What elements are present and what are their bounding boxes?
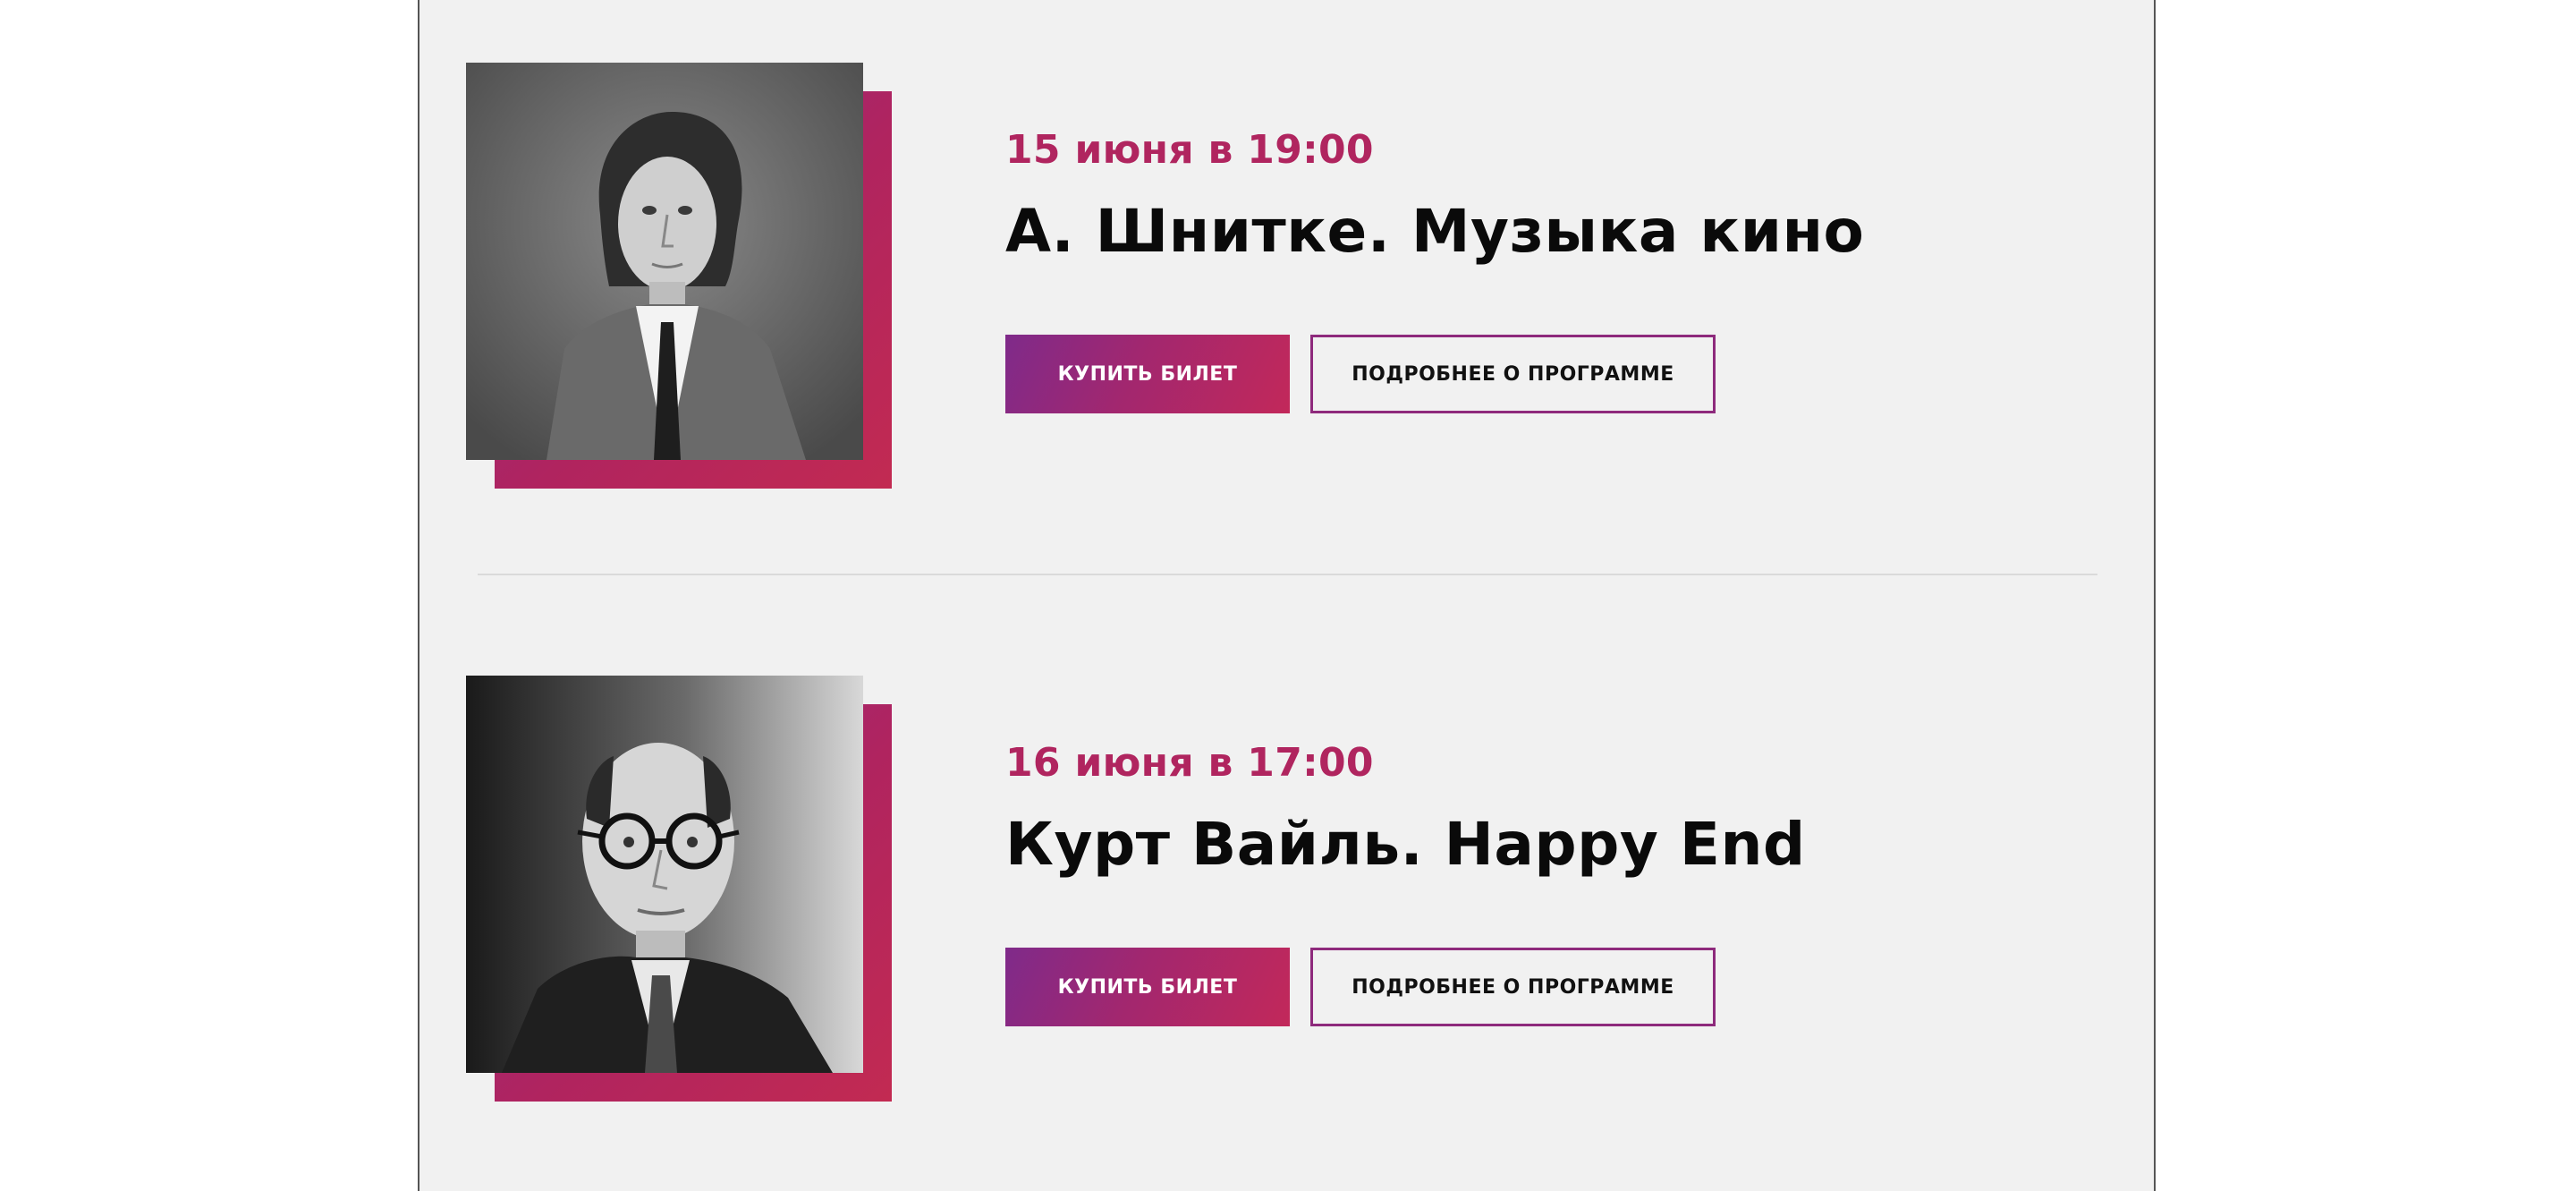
event-title: А. Шнитке. Музыка кино <box>1005 197 1865 266</box>
program-details-button[interactable]: ПОДРОБНЕЕ О ПРОГРАММЕ <box>1310 335 1716 413</box>
composer-portrait-photo[interactable] <box>466 676 863 1073</box>
buy-ticket-button[interactable]: КУПИТЬ БИЛЕТ <box>1005 948 1290 1026</box>
event-photo-frame <box>466 63 892 489</box>
page: 15 июня в 19:00 А. Шнитке. Музыка кино К… <box>0 0 2576 1191</box>
event-date: 16 июня в 17:00 <box>1005 740 1374 786</box>
events-section: 15 июня в 19:00 А. Шнитке. Музыка кино К… <box>418 0 2156 1191</box>
event-title: Курт Вайль. Happy End <box>1005 810 1806 879</box>
event-photo-frame <box>466 676 892 1102</box>
event-card: 16 июня в 17:00 Курт Вайль. Happy End КУ… <box>419 676 2154 1105</box>
buy-ticket-button[interactable]: КУПИТЬ БИЛЕТ <box>1005 335 1290 413</box>
composer-portrait-photo[interactable] <box>466 63 863 460</box>
divider <box>478 574 2097 575</box>
program-details-button[interactable]: ПОДРОБНЕЕ О ПРОГРАММЕ <box>1310 948 1716 1026</box>
event-date: 15 июня в 19:00 <box>1005 127 1374 173</box>
event-card: 15 июня в 19:00 А. Шнитке. Музыка кино К… <box>419 63 2154 492</box>
